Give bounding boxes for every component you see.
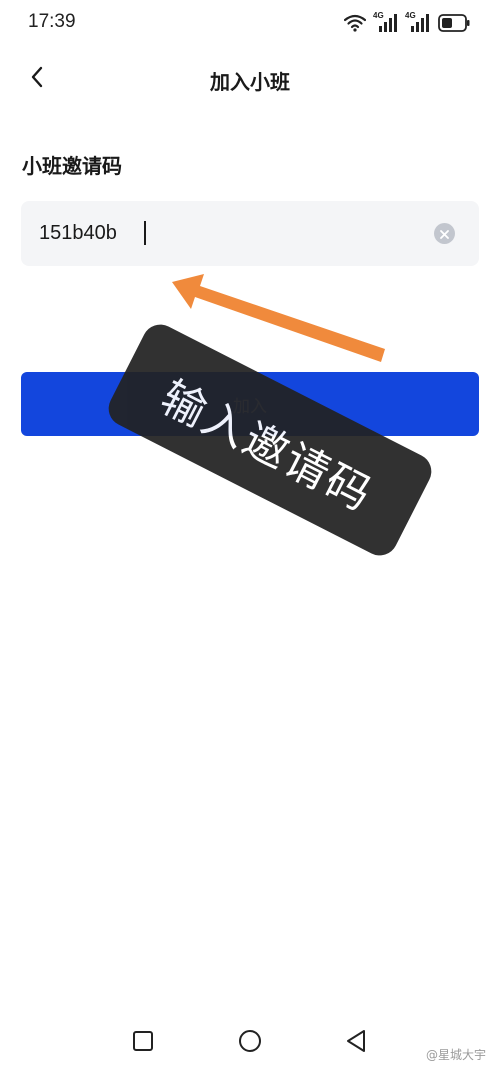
network-type-label: 4G (405, 11, 416, 20)
status-bar: 17:39 4G 4G (0, 0, 500, 46)
back-nav-button[interactable] (336, 1023, 376, 1063)
nav-header: 加入小班 (0, 52, 500, 106)
status-icons: 4G 4G (344, 11, 470, 34)
clear-circle-icon (440, 224, 449, 243)
invite-code-field (21, 201, 479, 266)
recents-button[interactable] (123, 1023, 163, 1063)
invite-code-input[interactable] (39, 201, 419, 266)
invite-code-label: 小班邀请码 (22, 154, 122, 178)
watermark-text: @星城大宇 (425, 1048, 486, 1062)
signal-4g-icon: 4G (405, 11, 430, 32)
annotation-callout: 输入邀请码 (102, 318, 438, 562)
triangle-back-icon (345, 1029, 367, 1057)
clear-input-button[interactable] (434, 223, 455, 244)
network-type-label: 4G (373, 11, 384, 20)
signal-4g-icon: 4G (373, 11, 398, 32)
home-button[interactable] (230, 1023, 270, 1063)
battery-icon (438, 14, 470, 32)
status-time: 17:39 (28, 11, 76, 32)
page-title: 加入小班 (210, 70, 290, 94)
system-nav-bar: @星城大宇 (0, 1023, 500, 1083)
circle-home-icon (238, 1029, 262, 1057)
square-recents-icon (132, 1030, 154, 1056)
watermark: @星城大宇 (426, 1046, 486, 1063)
text-caret (144, 221, 146, 245)
wifi-icon (344, 14, 366, 32)
